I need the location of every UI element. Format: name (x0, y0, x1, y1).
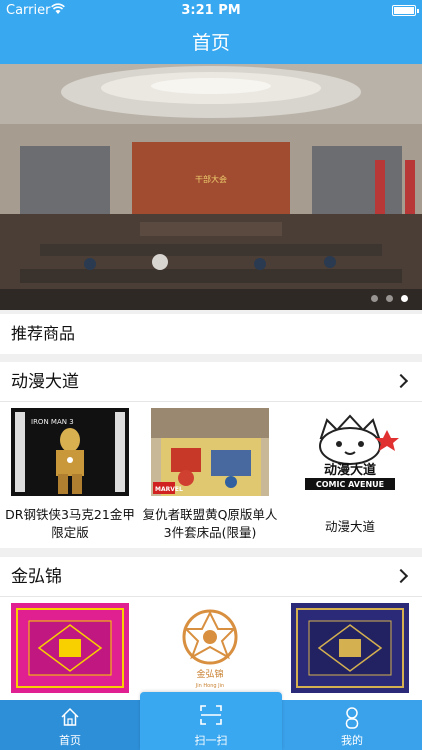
category-title: 动漫大道 (11, 372, 79, 392)
person-icon (345, 707, 359, 729)
recommend-title: 推荐商品 (11, 324, 76, 343)
tab-label: 扫一扫 (194, 734, 228, 747)
tab-mine[interactable]: 我的 (282, 700, 422, 750)
recommend-section-header: 推荐商品 (0, 314, 422, 354)
carousel-dot-active[interactable] (401, 295, 408, 302)
product-name: 动漫大道 (324, 519, 375, 534)
banner-stage-sign: 干部大会 (195, 174, 227, 184)
product-image: MARVEL (151, 408, 269, 496)
product-image: 金弘锦 Jin Hong Jin (151, 603, 269, 693)
category-section: 动漫大道 IRON MAN 3 DR钢铁侠3马克21金甲限定版 MARVEL 复… (0, 362, 422, 548)
product-name: DR钢铁侠3马克21金甲限定版 (5, 507, 135, 540)
product-image: 动漫大道 COMIC AVENUE (291, 408, 409, 496)
status-bar: Carrier 3:21 PM (0, 0, 422, 22)
category-header[interactable]: 动漫大道 (0, 362, 422, 402)
carousel-dot[interactable] (386, 295, 393, 302)
thumb-label-en: Jin Hong Jin (195, 683, 224, 689)
banner-carousel[interactable]: 干部大会 (0, 64, 422, 310)
product-name: 复仇者联盟黄Q原版单人3件套床品(限量) (142, 507, 278, 540)
carousel-dot[interactable] (371, 295, 378, 302)
page-title: 首页 (191, 32, 230, 54)
clock: 3:21 PM (181, 3, 241, 18)
product-card[interactable]: MARVEL 复仇者联盟黄Q原版单人3件套床品(限量) (140, 408, 278, 543)
battery-icon (392, 5, 419, 16)
nav-bar: 首页 (0, 22, 422, 64)
thumb-label-cn: 金弘锦 (196, 668, 223, 680)
tab-label: 我的 (341, 734, 363, 747)
tab-label: 首页 (59, 734, 81, 747)
tab-home[interactable]: 首页 (0, 700, 140, 750)
home-icon (61, 707, 79, 726)
category-section: 金弘锦 金弘锦 Jin Hong Jin (0, 557, 422, 700)
category-header[interactable]: 金弘锦 (0, 557, 422, 597)
product-image: IRON MAN 3 (11, 408, 129, 496)
product-image (11, 603, 129, 693)
thumb-label-cn: 动漫大道 (324, 462, 376, 478)
tab-scan[interactable]: 扫一扫 (140, 692, 282, 750)
carousel-dots (371, 295, 408, 302)
tab-bar: 首页 扫一扫 我的 (0, 692, 422, 750)
banner-image: 干部大会 (0, 64, 422, 310)
chevron-right-icon[interactable] (393, 373, 409, 389)
product-image (291, 603, 409, 693)
thumb-label: IRON MAN 3 (31, 418, 74, 426)
product-list: IRON MAN 3 DR钢铁侠3马克21金甲限定版 MARVEL 复仇者联盟黄… (0, 402, 422, 547)
thumb-label-en: COMIC AVENUE (316, 480, 384, 489)
scan-icon (200, 705, 222, 725)
product-card[interactable]: 动漫大道 COMIC AVENUE 动漫大道 (280, 408, 418, 543)
category-title: 金弘锦 (11, 567, 62, 587)
chevron-right-icon[interactable] (393, 568, 409, 584)
thumb-label: MARVEL (155, 486, 183, 493)
product-card[interactable]: IRON MAN 3 DR钢铁侠3马克21金甲限定版 (0, 408, 138, 543)
